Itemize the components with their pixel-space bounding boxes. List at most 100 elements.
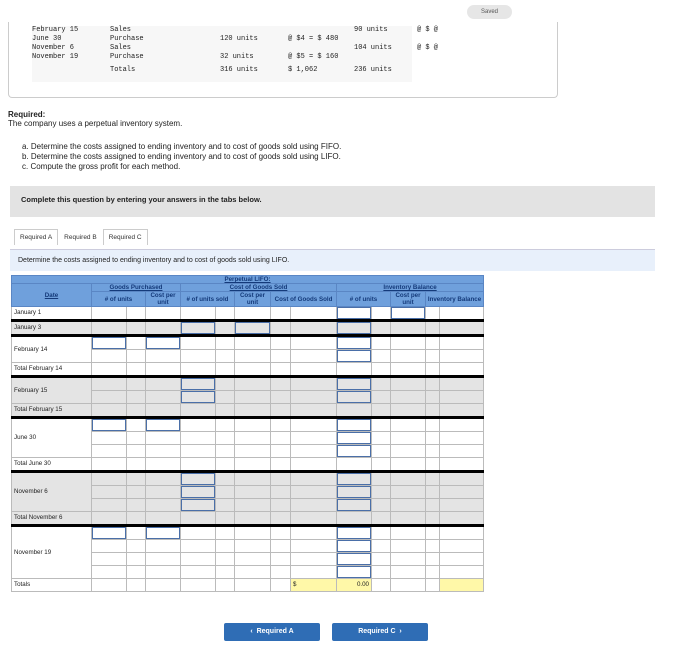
cell-12: [425, 431, 440, 445]
cell-13: [438, 349, 485, 363]
cell-9[interactable]: [336, 525, 372, 540]
row-label: Total November 6: [11, 511, 92, 527]
cell-3[interactable]: [145, 417, 181, 432]
cell-10: [371, 444, 391, 458]
problem-units: 316 units: [220, 66, 258, 74]
problem-type: Purchase: [110, 53, 144, 61]
cell-3: [145, 376, 181, 391]
cell-8: [290, 525, 337, 540]
problem-sold-calc: @ $ @: [417, 44, 439, 52]
cell-9[interactable]: [336, 335, 372, 350]
cell-1: [91, 376, 127, 391]
tab-required-c[interactable]: Required C: [102, 229, 148, 245]
cell-2: [126, 498, 146, 512]
cell-9[interactable]: [336, 417, 372, 432]
cell-1[interactable]: [91, 525, 127, 540]
cell-7: [270, 362, 291, 378]
cell-10: [371, 565, 391, 579]
cell-5: [215, 457, 235, 473]
cell-3: [145, 552, 181, 566]
cell-11[interactable]: [390, 306, 426, 322]
cell-10: [371, 320, 391, 337]
cell-2: [126, 403, 146, 419]
cell-4[interactable]: [180, 498, 216, 512]
cell-2: [126, 335, 146, 350]
cell-5: [215, 578, 235, 592]
cell-4: [180, 306, 216, 322]
table-row: June 30: [11, 417, 485, 458]
cell-2: [126, 457, 146, 473]
cell-7: [270, 335, 291, 350]
cell-11: [390, 335, 426, 350]
table-row: January 1: [11, 306, 485, 322]
cell-13: [438, 431, 485, 445]
cell-5: [215, 390, 235, 404]
table-row: January 3: [11, 320, 485, 337]
table-title: Perpetual LIFO:: [224, 276, 271, 283]
table-row: February 15: [11, 376, 485, 404]
cell-5: [215, 431, 235, 445]
cell-6: [234, 417, 271, 432]
cell-13: [438, 471, 485, 486]
cell-12: [425, 335, 440, 350]
cell-4[interactable]: [180, 376, 216, 391]
cell-7: [270, 349, 291, 363]
cell-7: [270, 457, 291, 473]
next-required-c-button[interactable]: Required C ›: [332, 623, 428, 641]
table-row: November 6: [11, 471, 485, 512]
cell-9[interactable]: [336, 498, 372, 512]
cell-12: [425, 471, 440, 486]
cell-9[interactable]: [336, 485, 372, 499]
cell-12: [425, 349, 440, 363]
cell-9: [336, 511, 372, 527]
cell-13: [438, 498, 485, 512]
prev-required-a-button[interactable]: ‹ Required A: [224, 623, 320, 641]
cell-4[interactable]: [180, 471, 216, 486]
cell-4[interactable]: [180, 320, 216, 337]
cell-6[interactable]: [234, 320, 271, 337]
cell-8: [290, 431, 337, 445]
cell-4[interactable]: [180, 390, 216, 404]
cell-9[interactable]: [336, 539, 372, 553]
problem-calc: $ 1,062: [288, 66, 318, 74]
cell-9[interactable]: [336, 376, 372, 391]
cell-1[interactable]: [91, 335, 127, 350]
tab-required-a[interactable]: Required A: [14, 229, 59, 245]
cell-9[interactable]: [336, 444, 372, 458]
cell-9[interactable]: [336, 552, 372, 566]
cell-10: [371, 511, 391, 527]
cell-12: [425, 376, 440, 391]
cell-1: [91, 349, 127, 363]
cell-13: [438, 362, 485, 378]
cell-11: [390, 457, 426, 473]
cell-5: [215, 565, 235, 579]
cell-5: [215, 471, 235, 486]
cell-9[interactable]: [336, 565, 372, 579]
cell-6: [234, 376, 271, 391]
cell-3: [145, 362, 181, 378]
cell-9[interactable]: [336, 306, 372, 322]
cell-9[interactable]: [336, 320, 372, 337]
cell-3: [145, 431, 181, 445]
cell-11: [390, 390, 426, 404]
cell-11: [390, 539, 426, 553]
task-c: c. Compute the gross profit for each met…: [22, 162, 181, 171]
cell-5: [215, 403, 235, 419]
cell-9[interactable]: [336, 431, 372, 445]
cell-9[interactable]: [336, 471, 372, 486]
cell-9[interactable]: [336, 390, 372, 404]
cell-3: [145, 306, 181, 322]
cell-3[interactable]: [145, 335, 181, 350]
totals-inventory-balance[interactable]: [438, 578, 485, 592]
cell-5: [215, 511, 235, 527]
cell-1[interactable]: [91, 417, 127, 432]
cell-3: [145, 565, 181, 579]
cell-4: [180, 525, 216, 540]
cell-6: [234, 457, 271, 473]
tab-required-b[interactable]: Required B: [58, 229, 103, 245]
cell-2: [126, 565, 146, 579]
table-row: Totals $0.00: [11, 578, 485, 592]
cell-9[interactable]: [336, 349, 372, 363]
cell-3[interactable]: [145, 525, 181, 540]
cell-4[interactable]: [180, 485, 216, 499]
